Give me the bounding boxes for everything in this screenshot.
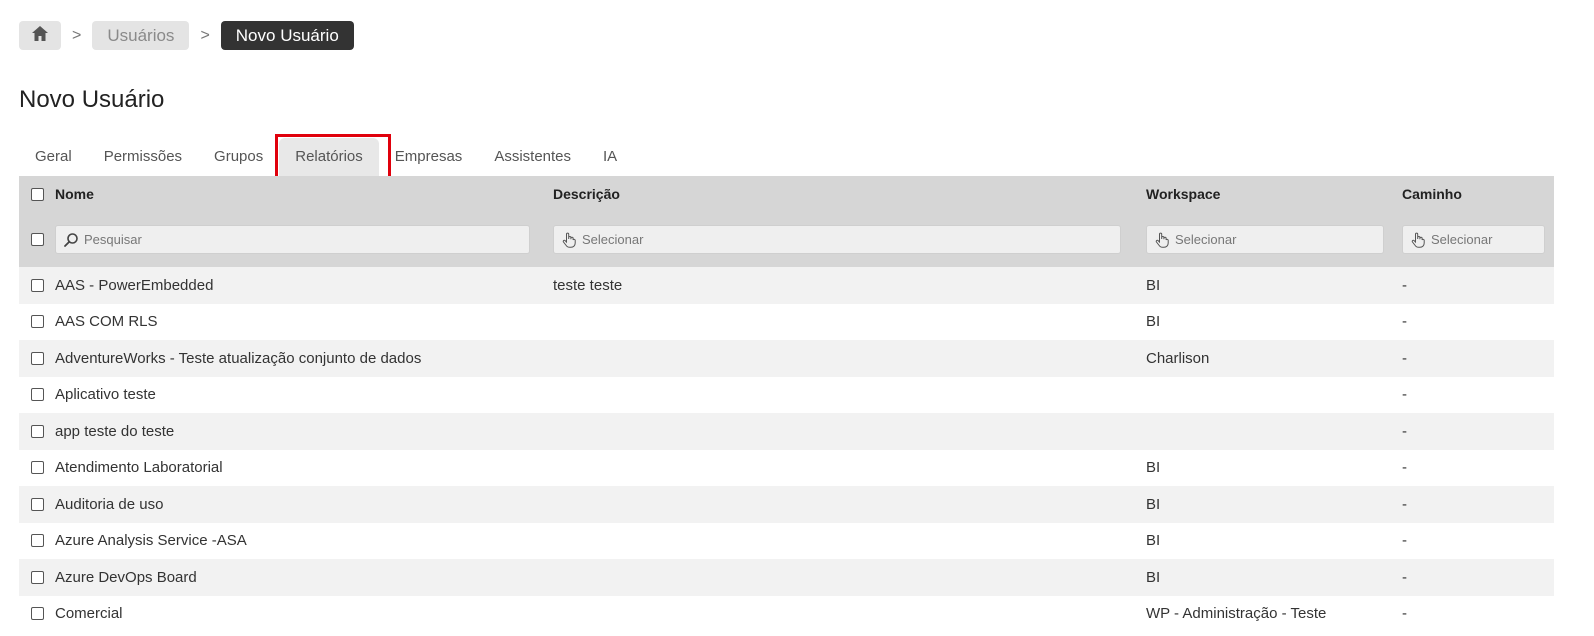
table-header: Nome Descrição Workspace Caminho Pesquis… (19, 176, 1554, 267)
row-checkbox[interactable] (30, 424, 44, 438)
cell-workspace: BI (1146, 276, 1161, 294)
descricao-select-placeholder: Selecionar (582, 232, 644, 247)
row-checkbox[interactable] (30, 497, 44, 511)
cell-workspace: BI (1146, 313, 1161, 331)
table-row[interactable]: Atendimento Laboratorial BI - (19, 449, 1554, 486)
table-row[interactable]: Aplicativo teste - (19, 376, 1554, 413)
cell-workspace: Charlison (1146, 349, 1210, 367)
cell-caminho: - (1402, 313, 1407, 331)
tab-empresas[interactable]: Empresas (379, 138, 479, 176)
tab-grupos[interactable]: Grupos (198, 138, 279, 176)
hand-pointer-icon (560, 231, 578, 249)
tab-permissoes[interactable]: Permissões (88, 138, 198, 176)
table-body: AAS - PowerEmbedded teste teste BI - AAS… (19, 267, 1554, 632)
breadcrumb-home-button[interactable] (19, 21, 61, 50)
cell-nome: Aplicativo teste (55, 386, 156, 404)
caminho-select-filter[interactable]: Selecionar (1402, 225, 1545, 254)
cell-nome: Comercial (55, 605, 123, 623)
reports-table: Nome Descrição Workspace Caminho Pesquis… (19, 176, 1554, 632)
cell-caminho: - (1402, 349, 1407, 367)
table-row[interactable]: Comercial WP - Administração - Teste - (19, 595, 1554, 632)
table-row[interactable]: Azure DevOps Board BI - (19, 559, 1554, 596)
cell-caminho: - (1402, 495, 1407, 513)
table-row[interactable]: Azure Analysis Service -ASA BI - (19, 522, 1554, 559)
workspace-select-filter[interactable]: Selecionar (1146, 225, 1384, 254)
hand-pointer-icon (1153, 231, 1171, 249)
tab-relatorios[interactable]: Relatórios (279, 138, 379, 176)
cell-caminho: - (1402, 532, 1407, 550)
cell-workspace: BI (1146, 568, 1161, 586)
filter-checkbox[interactable] (30, 233, 44, 246)
table-row[interactable]: Auditoria de uso BI - (19, 486, 1554, 523)
row-checkbox[interactable] (30, 351, 44, 365)
descricao-select-filter[interactable]: Selecionar (553, 225, 1121, 254)
cell-caminho: - (1402, 605, 1407, 623)
cell-caminho: - (1402, 422, 1407, 440)
column-header-descricao[interactable]: Descrição (553, 186, 620, 202)
cell-nome: Azure Analysis Service -ASA (55, 532, 247, 550)
breadcrumb: > Usuários > Novo Usuário (19, 21, 354, 50)
row-checkbox[interactable] (30, 315, 44, 329)
home-icon (32, 25, 48, 46)
page-title: Novo Usuário (19, 86, 165, 113)
column-header-caminho[interactable]: Caminho (1402, 186, 1462, 202)
row-checkbox[interactable] (30, 570, 44, 584)
tab-bar: Geral Permissões Grupos Relatórios Empre… (19, 138, 633, 176)
cell-workspace: BI (1146, 495, 1161, 513)
cell-caminho: - (1402, 568, 1407, 586)
search-icon (62, 231, 80, 249)
column-header-nome[interactable]: Nome (55, 186, 94, 202)
hand-pointer-icon (1409, 231, 1427, 249)
row-checkbox[interactable] (30, 388, 44, 402)
nome-search-input[interactable]: Pesquisar (55, 225, 530, 254)
cell-nome: Auditoria de uso (55, 495, 164, 513)
filter-row: Pesquisar Selecionar Selecionar Selecion… (19, 212, 1554, 267)
cell-caminho: - (1402, 276, 1407, 294)
tab-assistentes[interactable]: Assistentes (478, 138, 587, 176)
breadcrumb-separator: > (72, 27, 82, 44)
table-row[interactable]: AdventureWorks - Teste atualização conju… (19, 340, 1554, 377)
table-row[interactable]: app teste do teste - (19, 413, 1554, 450)
cell-nome: Azure DevOps Board (55, 568, 197, 586)
cell-workspace: WP - Administração - Teste (1146, 605, 1327, 623)
cell-workspace: BI (1146, 532, 1161, 550)
caminho-select-placeholder: Selecionar (1431, 232, 1493, 247)
cell-nome: AAS COM RLS (55, 313, 158, 331)
select-all-checkbox[interactable] (30, 187, 44, 201)
cell-descricao: teste teste (553, 276, 623, 294)
table-row[interactable]: AAS - PowerEmbedded teste teste BI - (19, 267, 1554, 304)
breadcrumb-separator: > (200, 27, 210, 44)
row-checkbox[interactable] (30, 534, 44, 548)
cell-nome: app teste do teste (55, 422, 175, 440)
tab-geral[interactable]: Geral (19, 138, 88, 176)
cell-workspace: BI (1146, 459, 1161, 477)
header-row: Nome Descrição Workspace Caminho (19, 176, 1554, 212)
row-checkbox[interactable] (30, 461, 44, 475)
cell-nome: AdventureWorks - Teste atualização conju… (55, 349, 422, 367)
tab-ia[interactable]: IA (587, 138, 633, 176)
nome-search-placeholder: Pesquisar (84, 232, 142, 247)
breadcrumb-current: Novo Usuário (220, 21, 354, 50)
column-header-workspace[interactable]: Workspace (1146, 186, 1220, 202)
cell-nome: AAS - PowerEmbedded (55, 276, 214, 294)
table-row[interactable]: AAS COM RLS BI - (19, 303, 1554, 340)
workspace-select-placeholder: Selecionar (1175, 232, 1237, 247)
row-checkbox[interactable] (30, 607, 44, 621)
cell-caminho: - (1402, 386, 1407, 404)
cell-nome: Atendimento Laboratorial (55, 459, 223, 477)
breadcrumb-usuarios[interactable]: Usuários (92, 21, 190, 50)
cell-caminho: - (1402, 459, 1407, 477)
row-checkbox[interactable] (30, 278, 44, 292)
